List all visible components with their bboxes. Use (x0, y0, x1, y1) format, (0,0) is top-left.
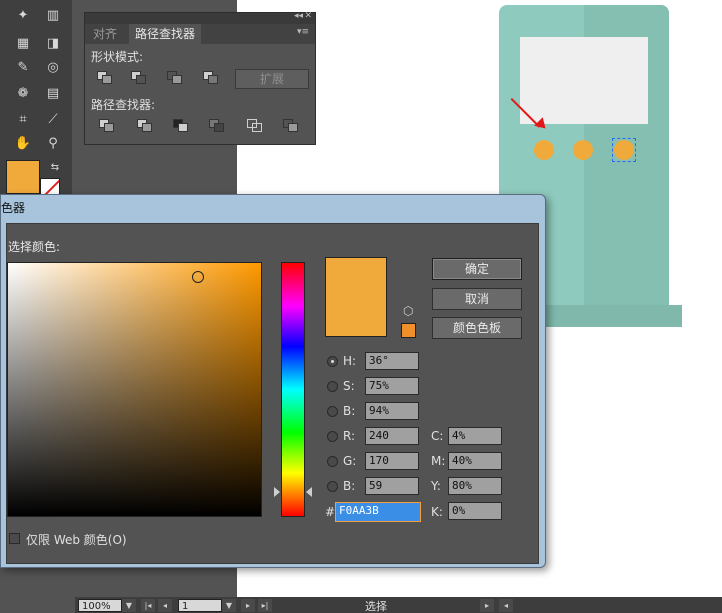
prev-page-icon[interactable]: ◂ (158, 599, 172, 612)
green-label: G: (343, 454, 357, 468)
web-safe-color-swatch[interactable] (401, 323, 416, 338)
hue-label: H: (343, 354, 357, 368)
hex-input[interactable]: F0AA3B (335, 502, 421, 522)
fill-color-swatch[interactable] (6, 160, 40, 194)
color-preview (325, 257, 387, 337)
symbol-sprayer-icon[interactable]: ❁ (12, 84, 34, 104)
divide-icon[interactable] (99, 119, 115, 133)
cyan-label: C: (431, 429, 444, 443)
selection-bounding-box[interactable] (612, 138, 636, 162)
brightness-radio[interactable] (327, 406, 338, 417)
web-colors-only-checkbox[interactable] (9, 533, 20, 544)
brightness-input[interactable]: 94% (365, 402, 419, 420)
red-label: R: (343, 429, 356, 443)
exclude-icon[interactable] (203, 71, 219, 85)
hue-slider-right-handle[interactable] (306, 487, 312, 497)
dialog-title: 拾色器 (0, 201, 26, 215)
minus-front-icon[interactable] (131, 71, 147, 85)
magenta-label: M: (431, 454, 446, 468)
magic-wand-icon[interactable]: ✦ (12, 6, 34, 26)
tab-pathfinder[interactable]: 路径查找器 (129, 24, 202, 44)
crop-icon[interactable] (209, 119, 225, 133)
swap-colors-icon[interactable]: ⇆ (44, 158, 66, 178)
pathfinder-panel: ◂◂ ✕ 对齐 路径查找器 ▾≡ 形状模式: 扩展 路径查找器: (84, 11, 316, 145)
blue-radio[interactable] (327, 481, 338, 492)
expand-button[interactable]: 扩展 (235, 69, 309, 89)
orange-button-1[interactable] (534, 140, 554, 160)
panel-menu-icon[interactable]: ▾≡ (297, 27, 309, 37)
intersect-icon[interactable] (167, 71, 183, 85)
close-icon[interactable]: ✕ (304, 11, 312, 21)
zoom-dropdown-icon[interactable]: ▼ (122, 599, 136, 612)
mesh-tool-icon[interactable]: ▦ (12, 34, 34, 54)
hand-tool-icon[interactable]: ✋ (12, 134, 34, 154)
green-radio[interactable] (327, 456, 338, 467)
yellow-label: Y: (431, 479, 441, 493)
color-swatches-button[interactable]: 颜色色板 (432, 317, 522, 339)
page-field[interactable]: 1 (178, 599, 222, 612)
collapse-icon[interactable]: ◂◂ (294, 11, 303, 21)
page-dropdown-icon[interactable]: ▼ (222, 599, 236, 612)
cyan-input[interactable]: 4% (448, 427, 502, 445)
outline-icon[interactable] (247, 119, 263, 133)
zoom-field[interactable]: 100% (78, 599, 122, 612)
minus-back-icon[interactable] (283, 119, 299, 133)
gradient-tool-icon[interactable]: ◨ (42, 34, 64, 54)
yellow-input[interactable]: 80% (448, 477, 502, 495)
artboard-tool-icon[interactable]: ⌗ (12, 110, 34, 130)
shape-modes-label: 形状模式: (91, 50, 144, 64)
machine-screen[interactable] (520, 37, 648, 124)
black-input[interactable]: 0% (448, 502, 502, 520)
status-bar: 100% ▼ |◂ ◂ 1 ▼ ▸ ▸| 选择 ▸ ◂ (75, 597, 722, 613)
last-page-icon[interactable]: ▸| (258, 599, 272, 612)
trim-icon[interactable] (137, 119, 153, 133)
next-page-icon[interactable]: ▸ (241, 599, 255, 612)
machine-base[interactable] (541, 305, 682, 327)
black-label: K: (431, 505, 443, 519)
saturation-label: S: (343, 379, 355, 393)
pathfinders-label: 路径查找器: (91, 98, 156, 112)
scroll-left-icon[interactable]: ◂ (499, 599, 513, 612)
column-graph-icon[interactable]: ▤ (42, 84, 64, 104)
blue-label: B: (343, 479, 356, 493)
brightness-label: B: (343, 404, 356, 418)
slice-tool-icon[interactable]: ⟋ (42, 110, 64, 130)
magenta-input[interactable]: 40% (448, 452, 502, 470)
cancel-button[interactable]: 取消 (432, 288, 522, 310)
hex-label: # (325, 505, 336, 519)
merge-icon[interactable] (173, 119, 189, 133)
hue-input[interactable]: 36° (365, 352, 419, 370)
orange-button-2[interactable] (573, 140, 593, 160)
color-field[interactable] (7, 262, 262, 517)
first-page-icon[interactable]: |◂ (141, 599, 155, 612)
green-input[interactable]: 170 (365, 452, 419, 470)
out-of-web-gamut-icon[interactable]: ⬡ (403, 304, 413, 318)
graph-tool-icon[interactable]: ▥ (42, 6, 64, 26)
current-tool-label: 选择 (365, 600, 387, 613)
red-input[interactable]: 240 (365, 427, 419, 445)
color-field-marker[interactable] (192, 271, 204, 283)
tool-menu-arrow-icon[interactable]: ▸ (480, 599, 494, 612)
web-colors-only-label: 仅限 Web 颜色(O) (26, 533, 127, 547)
panel-tabs: 对齐 路径查找器 (85, 24, 315, 44)
unite-icon[interactable] (97, 71, 113, 85)
saturation-input[interactable]: 75% (365, 377, 419, 395)
panel-title-bar[interactable] (85, 13, 315, 24)
hue-radio[interactable] (327, 356, 338, 367)
ok-button[interactable]: 确定 (432, 258, 522, 280)
red-radio[interactable] (327, 431, 338, 442)
eyedropper-icon[interactable]: ✎ (12, 58, 34, 78)
saturation-radio[interactable] (327, 381, 338, 392)
hue-slider-left-handle[interactable] (274, 487, 280, 497)
blend-tool-icon[interactable]: ◎ (42, 58, 64, 78)
zoom-tool-icon[interactable]: ⚲ (42, 134, 64, 154)
hue-slider[interactable] (281, 262, 305, 517)
tab-align[interactable]: 对齐 (87, 24, 123, 44)
select-color-label: 选择颜色: (8, 240, 61, 254)
blue-input[interactable]: 59 (365, 477, 419, 495)
